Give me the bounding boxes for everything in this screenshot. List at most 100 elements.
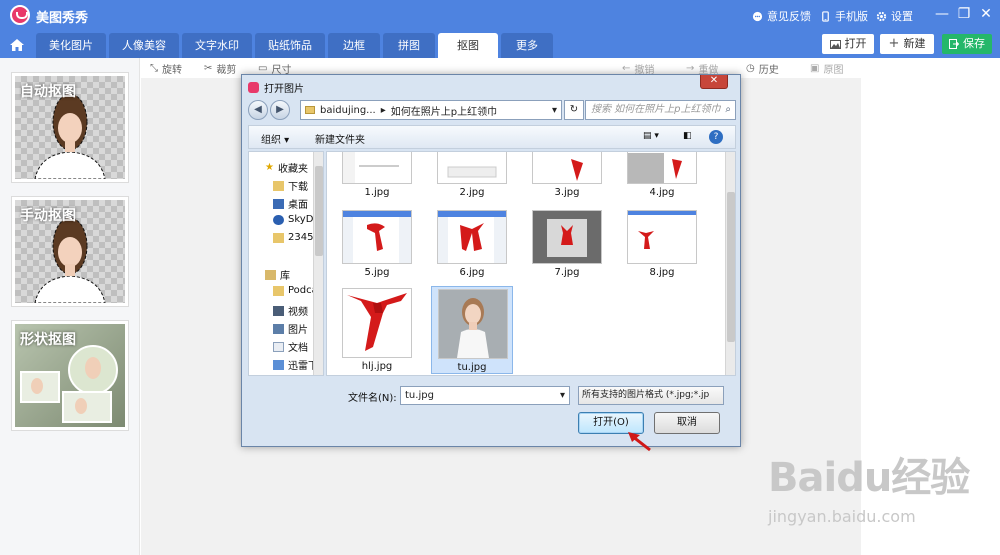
file-list-pane: 1.jpg 2.jpg 3.jpg 4.jpg 5.jpg 6.jpg 7.jp… — [326, 151, 736, 376]
forward-arrow-icon[interactable]: ▶ — [270, 100, 290, 120]
file-name: 7.jpg — [554, 267, 580, 278]
file-item[interactable]: 5.jpg — [336, 208, 418, 296]
history-button[interactable]: ◷ 历史 — [746, 61, 779, 76]
redo-arrow-icon: → — [686, 63, 695, 74]
dialog-title: 打开图片 — [264, 84, 304, 95]
original-button[interactable]: ▣ 原图 — [810, 61, 843, 76]
file-scroll-thumb[interactable] — [727, 192, 735, 342]
breadcrumb-part[interactable]: baidujing... — [320, 105, 376, 116]
search-input[interactable]: 搜索 如何在照片上p上红领巾 ⌕ — [585, 100, 736, 120]
file-item[interactable]: 2.jpg — [431, 152, 513, 208]
mobile-link[interactable]: 手机版 — [820, 8, 868, 24]
star-icon: ★ — [265, 162, 274, 173]
address-bar[interactable]: baidujing... ▸ 如何在照片上p上红领巾 ▾ — [300, 100, 562, 120]
nav-desktop[interactable]: 桌面 — [273, 196, 308, 211]
nav-skydrive[interactable]: SkyDr — [273, 214, 318, 225]
feedback-link[interactable]: 意见反馈 — [752, 8, 811, 24]
tab-beautify[interactable]: 美化图片 — [36, 33, 106, 58]
preview-pane-icon[interactable]: ◧ — [683, 131, 692, 141]
back-arrow-icon[interactable]: ◀ — [248, 100, 268, 120]
new-folder-button[interactable]: 新建文件夹 — [315, 131, 365, 146]
shape-cutout-card[interactable]: 形状抠图 — [11, 320, 129, 431]
tab-portrait[interactable]: 人像美容 — [109, 33, 179, 58]
file-thumbnail — [627, 152, 697, 184]
nav-xunlei[interactable]: 迅雷下 — [273, 357, 318, 372]
minimize-icon[interactable]: — — [934, 6, 950, 22]
file-name: hlj.jpg — [361, 361, 393, 372]
folder-icon — [305, 106, 315, 114]
close-icon[interactable]: ✕ — [978, 6, 994, 22]
rotate-label: 旋转 — [162, 65, 182, 76]
file-item[interactable]: 8.jpg — [621, 208, 703, 296]
nav-2345[interactable]: 2345I — [273, 232, 316, 243]
chevron-down-icon[interactable]: ▾ — [552, 105, 561, 116]
file-name: tu.jpg — [457, 362, 487, 373]
tab-text-watermark[interactable]: 文字水印 — [182, 33, 252, 58]
manual-cutout-label: 手动抠图 — [20, 208, 76, 224]
dialog-close-button[interactable]: ✕ — [700, 75, 728, 89]
nav-scroll-thumb[interactable] — [315, 166, 323, 256]
file-thumbnail — [532, 210, 602, 264]
tab-cutout[interactable]: 抠图 — [438, 33, 498, 58]
filename-input[interactable]: tu.jpg ▾ — [400, 386, 570, 405]
tab-collage[interactable]: 拼图 — [383, 33, 435, 58]
restore-icon[interactable]: ❐ — [956, 6, 972, 22]
file-item[interactable]: hlj.jpg — [336, 286, 418, 374]
tab-more[interactable]: 更多 — [501, 33, 553, 58]
settings-label: 设置 — [891, 10, 913, 23]
nav-videos[interactable]: 视频 — [273, 303, 308, 318]
nav-documents[interactable]: 文档 — [273, 339, 308, 354]
filetype-select[interactable]: 所有支持的图片格式 (*.jpg;*.jp — [578, 386, 724, 405]
file-scrollbar[interactable] — [725, 152, 735, 375]
file-item[interactable]: 3.jpg — [526, 152, 608, 208]
filename-label: 文件名(N): — [348, 393, 397, 404]
nav-pictures[interactable]: 图片 — [273, 321, 308, 336]
dialog-nav-row: ◀ ▶ baidujing... ▸ 如何在照片上p上红领巾 ▾ ↻ 搜索 如何… — [248, 99, 736, 121]
open-button[interactable]: 打开 — [822, 34, 874, 54]
view-options-icon[interactable]: ▤ ▾ — [643, 131, 659, 141]
app-logo-icon — [10, 5, 30, 25]
file-item[interactable]: 7.jpg — [526, 208, 608, 296]
auto-cutout-card[interactable]: 自动抠图 — [11, 72, 129, 183]
annotation-arrow-icon — [628, 432, 651, 452]
nav-label: 下载 — [288, 182, 308, 193]
title-bar: 美图秀秀 意见反馈 手机版 设置 — ❐ ✕ — [0, 0, 1000, 30]
organize-button[interactable]: 组织 ▾ — [261, 131, 289, 146]
nav-favorites[interactable]: ★ 收藏夹 — [265, 160, 308, 175]
refresh-icon[interactable]: ↻ — [564, 100, 584, 120]
nav-downloads[interactable]: 下载 — [273, 178, 308, 193]
shape-cutout-label: 形状抠图 — [20, 332, 76, 348]
crop-label: 裁剪 — [216, 65, 237, 76]
file-item[interactable]: 6.jpg — [431, 208, 513, 296]
manual-cutout-card[interactable]: 手动抠图 — [11, 196, 129, 307]
chevron-down-icon[interactable]: ▾ — [560, 387, 565, 404]
settings-link[interactable]: 设置 — [876, 8, 913, 24]
rotate-button[interactable]: ⤡ 旋转 — [150, 61, 182, 76]
dialog-command-bar: 组织 ▾ 新建文件夹 ▤ ▾ ◧ ? — [248, 125, 736, 149]
file-item[interactable]: 4.jpg — [621, 152, 703, 208]
pictures-icon — [273, 323, 284, 334]
dialog-cancel-button[interactable]: 取消 — [654, 412, 720, 434]
plus-icon: + — [888, 36, 900, 51]
new-button[interactable]: + 新建 — [880, 34, 934, 54]
nav-podcasts[interactable]: Podca — [273, 285, 318, 296]
crop-button[interactable]: ✂ 裁剪 — [204, 61, 236, 76]
save-button[interactable]: 保存 — [942, 34, 992, 54]
help-icon[interactable]: ? — [709, 130, 723, 144]
home-tab[interactable] — [4, 34, 30, 56]
file-item-selected[interactable]: tu.jpg — [431, 286, 513, 374]
tab-frame[interactable]: 边框 — [328, 33, 380, 58]
image-icon — [829, 39, 841, 49]
download-icon — [273, 359, 284, 370]
girl-photo-thumbnail — [439, 290, 507, 358]
mobile-label: 手机版 — [835, 10, 868, 23]
nav-libraries[interactable]: 库 — [265, 267, 290, 282]
export-icon — [949, 39, 959, 49]
auto-cutout-label: 自动抠图 — [20, 84, 76, 100]
nav-scrollbar[interactable] — [313, 152, 323, 375]
file-item[interactable]: 1.jpg — [336, 152, 418, 208]
watermark-main: Baidu经验 — [768, 455, 970, 501]
nav-label: 收藏夹 — [277, 164, 308, 175]
breadcrumb-part[interactable]: 如何在照片上p上红领巾 — [391, 103, 497, 118]
tab-stickers[interactable]: 贴纸饰品 — [255, 33, 325, 58]
